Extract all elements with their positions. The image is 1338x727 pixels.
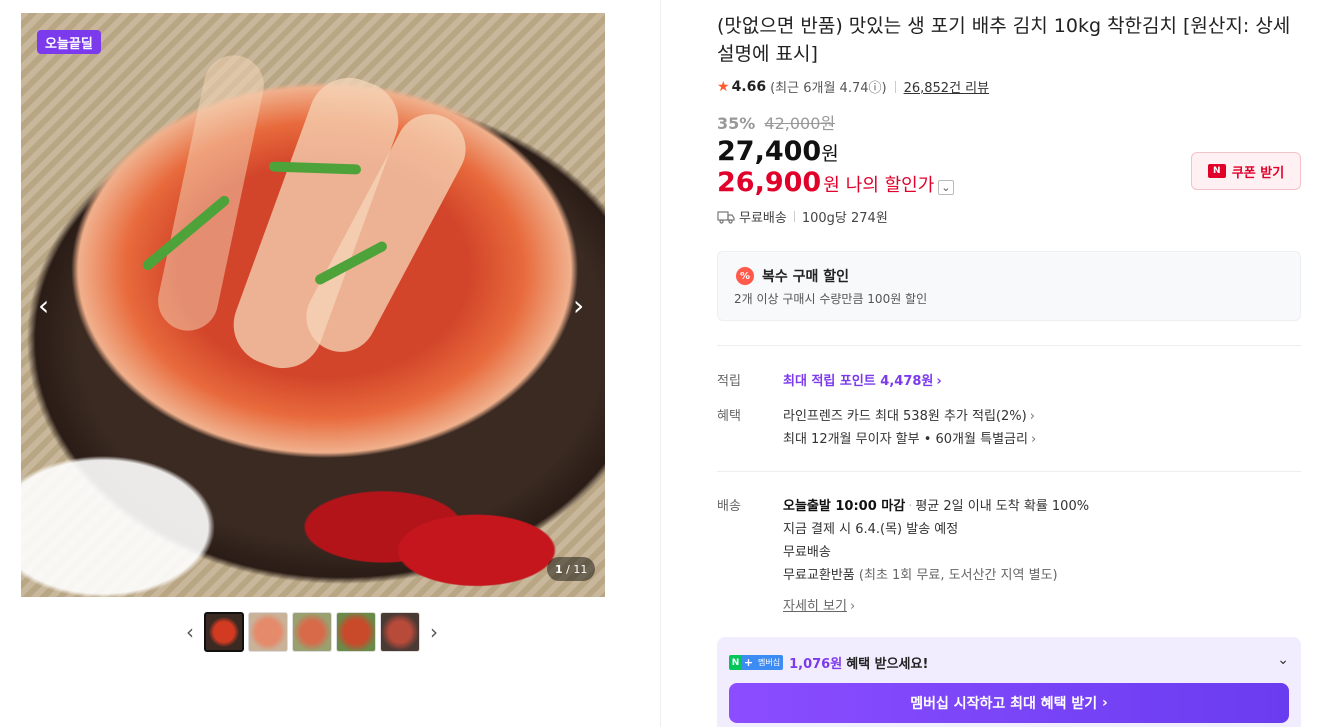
- membership-start-button[interactable]: 멤버십 시작하고 최대 혜택 받기 ›: [729, 683, 1289, 723]
- product-main-image[interactable]: [21, 13, 605, 597]
- membership-logo-text: 멤버십: [755, 655, 784, 670]
- counter-current: 1: [555, 562, 563, 576]
- multi-discount-title: 복수 구매 할인: [762, 269, 850, 285]
- my-price-label: 나의 할인가: [845, 175, 935, 196]
- free-return: 무료교환반품 (최초 1회 무료, 도서산간 지역 별도): [783, 564, 1058, 583]
- membership-amount: 1,076원: [789, 657, 843, 672]
- membership-text: 혜택 받으세요!: [846, 657, 929, 672]
- thumbnail-4[interactable]: [336, 612, 376, 652]
- deal-badge: 오늘끝딜: [37, 30, 101, 54]
- membership-button-label: 멤버십 시작하고 최대 혜택 받기: [910, 696, 1098, 712]
- coupon-button[interactable]: N 쿠폰 받기: [1191, 152, 1301, 190]
- naver-plus-membership-logo: N + 멤버십: [729, 655, 784, 670]
- naver-pay-icon: N: [1207, 164, 1226, 178]
- free-return-note: (최초 1회 무료, 도서산간 지역 별도): [858, 568, 1058, 583]
- multi-purchase-discount: % 복수 구매 할인 2개 이상 구매시 수량만큼 100원 할인: [717, 251, 1301, 321]
- points-label: 적립: [717, 374, 741, 389]
- sale-price: 27,400원: [717, 136, 839, 167]
- rating-row: ★ 4.66 (최근 6개월 4.74ⓘ) 26,852건 리뷰: [717, 77, 990, 97]
- delivery-details-link[interactable]: 자세히 보기 ›: [783, 595, 855, 614]
- star-icon: ★: [717, 78, 730, 95]
- section-divider: [717, 471, 1301, 472]
- installment-link[interactable]: 최대 12개월 무이자 할부 • 60개월 특별금리 ›: [783, 428, 1036, 447]
- my-price-unit: 원: [823, 175, 840, 196]
- rating-recent[interactable]: (최근 6개월 4.74ⓘ): [770, 77, 886, 96]
- truck-icon: [717, 210, 735, 224]
- my-price-value: 26,900: [717, 167, 822, 198]
- thumbnail-strip: ‹ ›: [180, 612, 444, 652]
- counter-total: / 11: [566, 562, 588, 576]
- image-next-arrow-icon[interactable]: ›: [573, 292, 584, 320]
- plus-icon: +: [742, 655, 755, 670]
- rating-score: 4.66: [731, 78, 767, 95]
- thumb-next-icon[interactable]: ›: [424, 620, 444, 644]
- membership-summary: N + 멤버십 1,076원 혜택 받으세요!: [729, 653, 928, 672]
- installment-text: 최대 12개월 무이자 할부 • 60개월 특별금리: [783, 432, 1028, 447]
- chevron-right-icon: ›: [1029, 409, 1035, 424]
- sale-price-unit: 원: [821, 143, 839, 165]
- card-benefit-text: 라인프렌즈 카드 최대 538원 추가 적립(2%): [783, 409, 1027, 424]
- multi-discount-desc: 2개 이상 구매시 수량만큼 100원 할인: [734, 292, 928, 306]
- max-points-link[interactable]: 최대 적립 포인트 4,478원 ›: [783, 370, 942, 389]
- thumb-prev-icon[interactable]: ‹: [180, 620, 200, 644]
- delivery-label: 배송: [717, 499, 741, 514]
- my-price[interactable]: 26,900 원 나의 할인가 ⌄: [717, 167, 954, 198]
- card-benefit-link[interactable]: 라인프렌즈 카드 최대 538원 추가 적립(2%) ›: [783, 405, 1035, 424]
- percent-badge-icon: %: [736, 267, 754, 285]
- membership-promo: N + 멤버십 1,076원 혜택 받으세요! ⌄ 멤버십 시작하고 최대 혜택…: [717, 637, 1301, 727]
- divider: [793, 211, 795, 222]
- benefit-label: 혜택: [717, 409, 741, 424]
- chevron-down-icon[interactable]: ⌄: [938, 180, 954, 195]
- delivery-details-text: 자세히 보기: [783, 599, 847, 614]
- naver-n-icon: N: [729, 655, 742, 670]
- dispatch-date: 지금 결제 시 6.4.(목) 발송 예정: [783, 522, 959, 537]
- chevron-right-icon: ›: [1102, 695, 1108, 711]
- thumbnail-2[interactable]: [248, 612, 288, 652]
- shipping-label: 무료배송: [739, 211, 787, 226]
- chevron-right-icon: ›: [1030, 432, 1037, 447]
- thumbnail-5[interactable]: [380, 612, 420, 652]
- arrival-probability: 평균 2일 이내 도착 확률 100%: [915, 499, 1090, 514]
- image-detail: [268, 161, 362, 175]
- discount-row: 35% 42,000원: [717, 110, 835, 134]
- chevron-down-icon[interactable]: ⌄: [1277, 652, 1289, 668]
- sale-price-value: 27,400: [717, 136, 822, 167]
- delivery-line-1: 오늘출발 10:00 마감 · 평균 2일 이내 도착 확률 100%: [783, 495, 1089, 514]
- original-price: 42,000원: [764, 114, 836, 133]
- today-dispatch-cutoff: 오늘출발 10:00 마감: [783, 499, 906, 514]
- section-divider: [717, 345, 1301, 346]
- thumbnail-1[interactable]: [204, 612, 244, 652]
- coupon-label: 쿠폰 받기: [1231, 165, 1285, 181]
- product-title: (맛없으면 반품) 맛있는 생 포기 배추 김치 10kg 착한김치 [원산지:…: [717, 15, 1291, 65]
- divider: [894, 80, 896, 93]
- review-count-link[interactable]: 26,852건 리뷰: [904, 77, 990, 96]
- max-points-text: 최대 적립 포인트 4,478원: [783, 374, 934, 389]
- image-prev-arrow-icon[interactable]: ‹: [38, 292, 49, 320]
- column-divider: [660, 0, 661, 727]
- free-shipping: 무료배송: [783, 545, 831, 560]
- chevron-right-icon: ›: [849, 599, 856, 614]
- discount-rate: 35%: [717, 114, 756, 133]
- shipping-summary: 무료배송 100g당 274원: [717, 207, 888, 226]
- unit-price: 100g당 274원: [801, 211, 888, 226]
- image-counter: 1 / 11: [547, 557, 596, 581]
- free-return-main: 무료교환반품: [783, 568, 855, 583]
- dot-separator: ·: [908, 499, 913, 514]
- thumbnail-3[interactable]: [292, 612, 332, 652]
- chevron-right-icon: ›: [936, 374, 942, 389]
